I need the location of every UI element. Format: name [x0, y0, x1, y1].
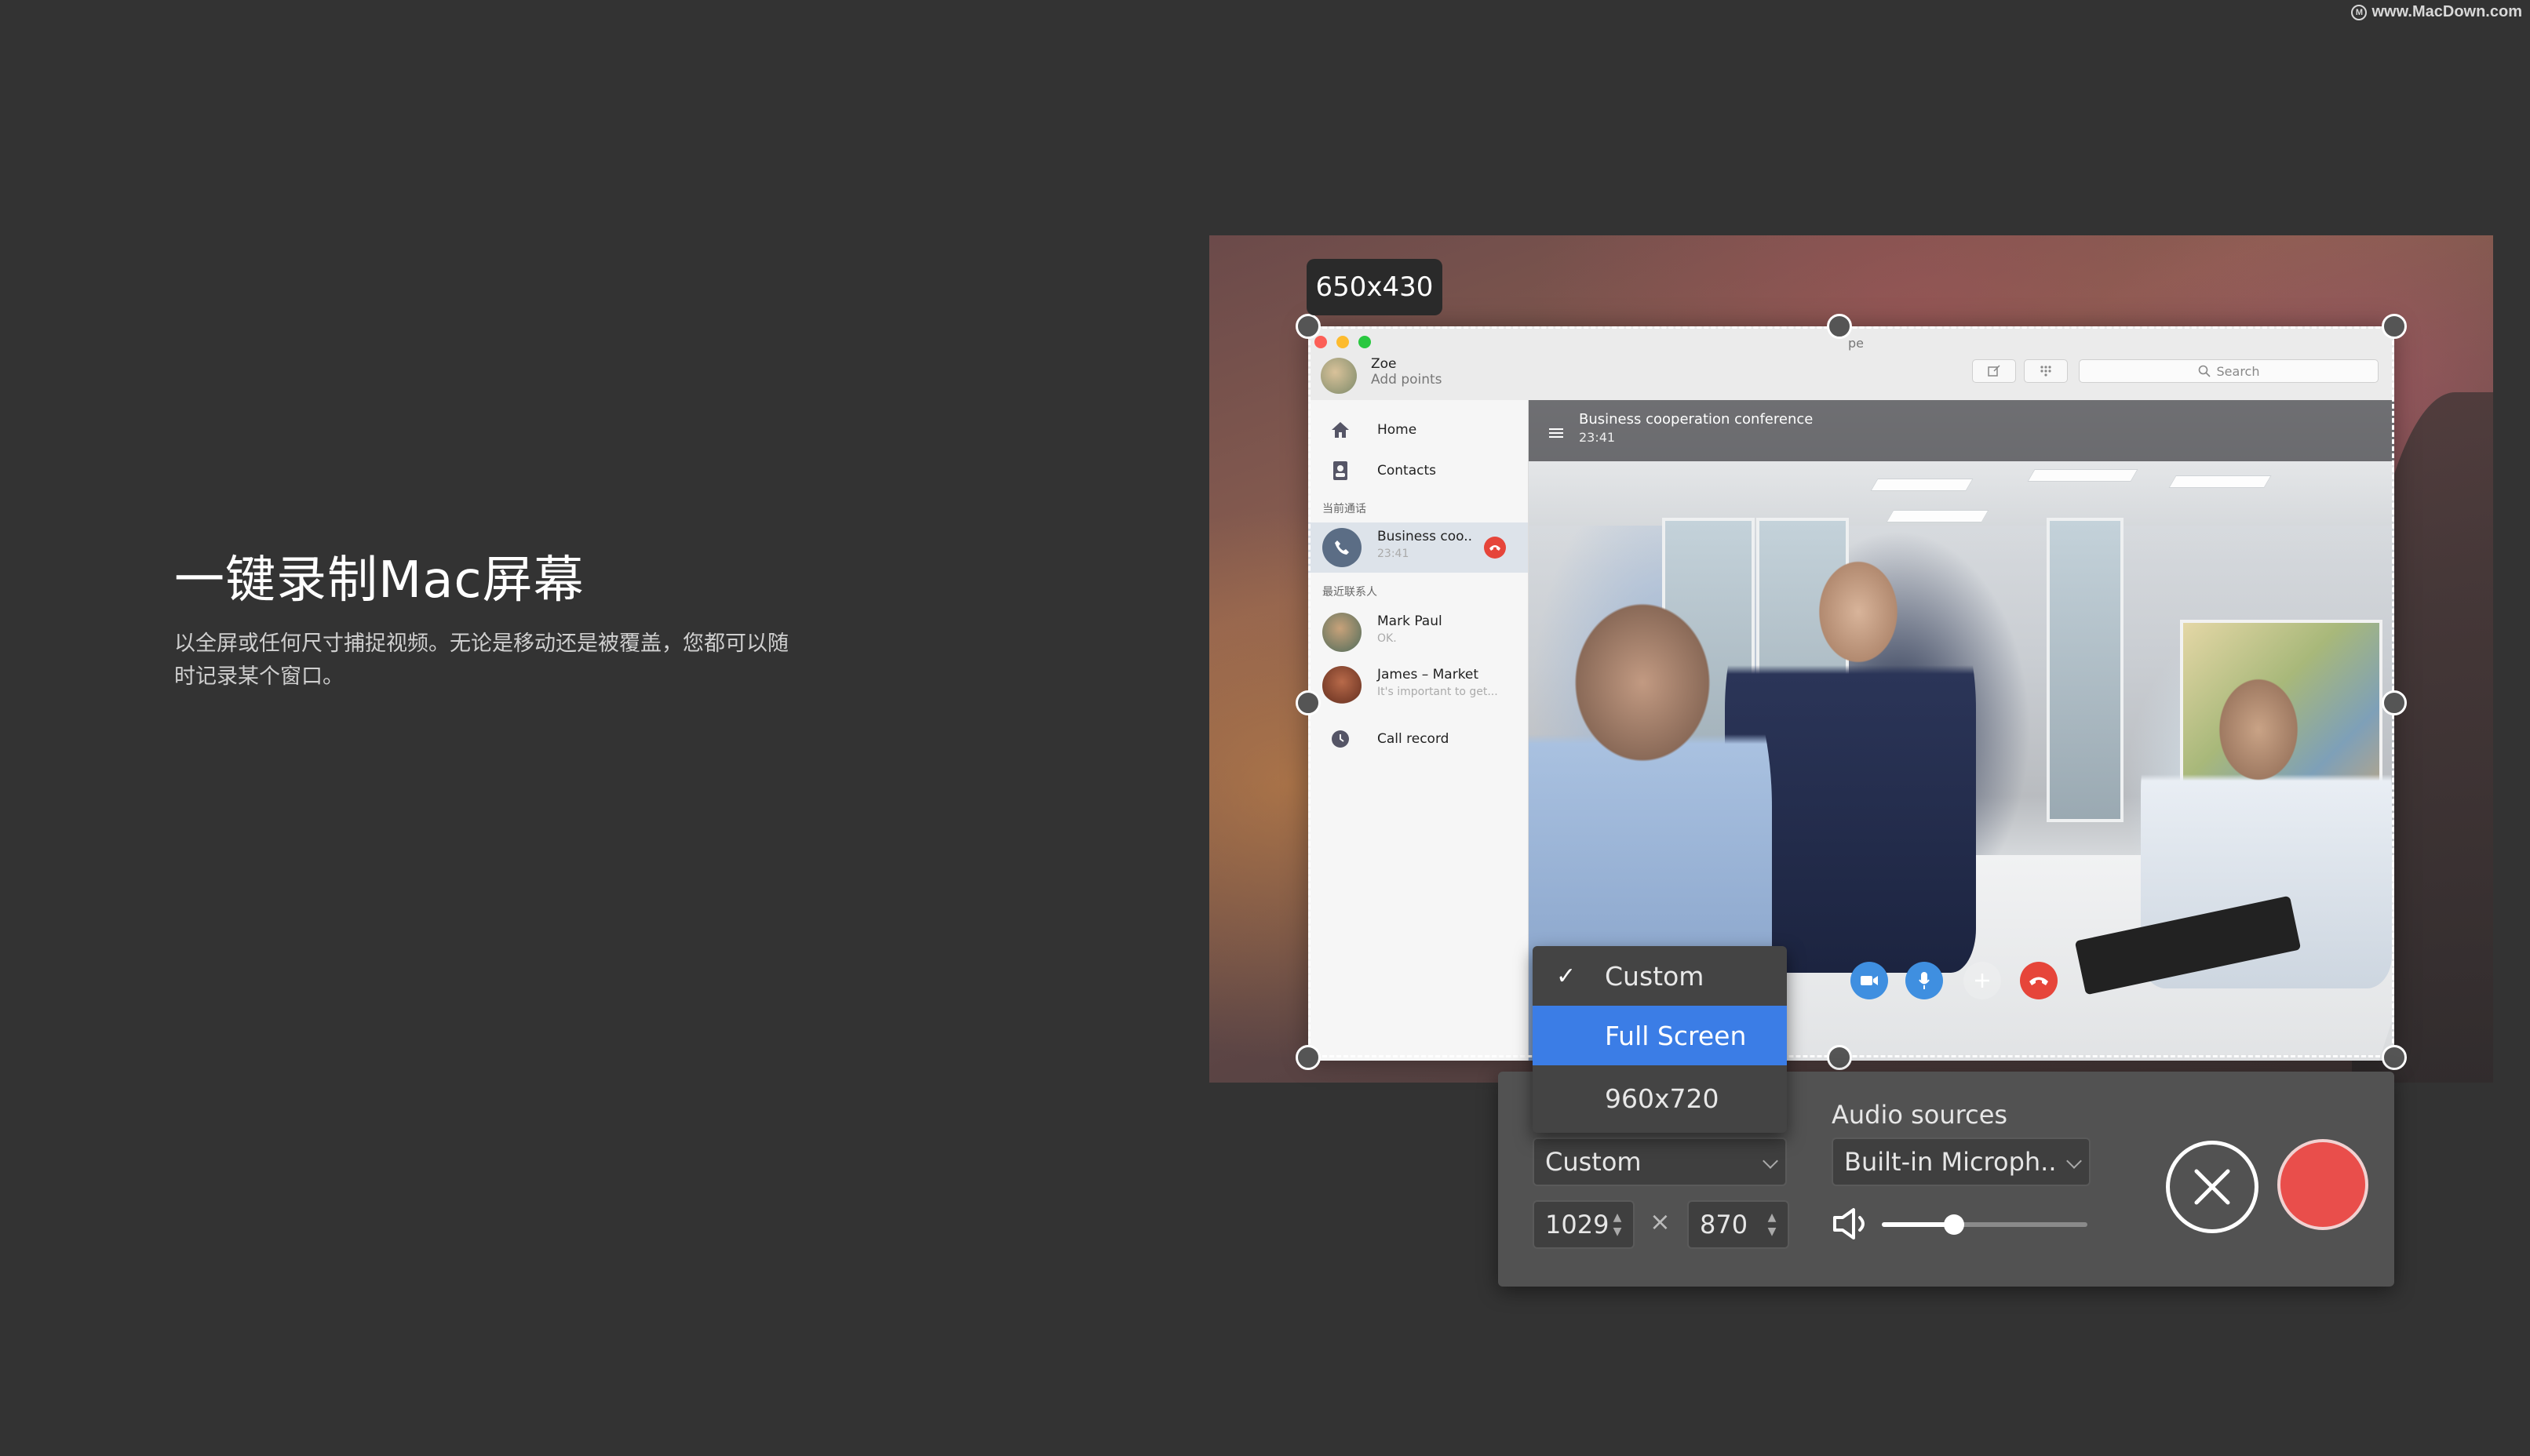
audio-sources-label: Audio sources: [1832, 1100, 2008, 1130]
dropdown-item-label: 960x720: [1605, 1083, 1719, 1114]
dimension-separator: ×: [1650, 1207, 1671, 1236]
dropdown-item-full-screen[interactable]: Full Screen: [1533, 1006, 1787, 1065]
capture-size-select[interactable]: Custom: [1533, 1138, 1787, 1186]
macdown-logo-icon: M: [2351, 4, 2368, 20]
resize-handle-top[interactable]: [1827, 314, 1852, 339]
resize-handle-bottom-left[interactable]: [1296, 1045, 1321, 1070]
watermark-text: www.MacDown.com: [2371, 3, 2522, 20]
height-value: 870: [1700, 1210, 1748, 1239]
volume-slider-fill: [1882, 1222, 1954, 1227]
capture-size-value: Custom: [1545, 1147, 1642, 1177]
resize-handle-bottom[interactable]: [1827, 1045, 1852, 1070]
stepper-arrows-icon[interactable]: ▲ ▼: [1610, 1210, 1625, 1239]
volume-slider[interactable]: [1882, 1214, 2087, 1235]
watermark: M www.MacDown.com: [2351, 3, 2522, 21]
checkmark-icon: ✓: [1556, 962, 1577, 990]
record-button[interactable]: [2277, 1139, 2368, 1230]
dropdown-item-960x720[interactable]: 960x720: [1533, 1068, 1787, 1128]
resize-handle-bottom-right[interactable]: [2382, 1045, 2407, 1070]
chevron-down-icon: [1763, 1153, 1778, 1169]
close-icon: [2194, 1169, 2230, 1205]
audio-source-select[interactable]: Built-in Microph..: [1832, 1138, 2091, 1186]
hero-description: 以全屏或任何尺寸捕捉视频。无论是移动还是被覆盖，您都可以随时记录某个窗口。: [174, 632, 789, 689]
resize-handle-left[interactable]: [1296, 690, 1321, 715]
capture-size-dropdown: ✓ Custom Full Screen 960x720: [1533, 946, 1787, 1133]
selection-size-label: 650x430: [1307, 259, 1442, 315]
volume-slider-knob[interactable]: [1943, 1214, 1964, 1235]
width-value: 1029: [1545, 1210, 1610, 1239]
dropdown-item-label: Custom: [1605, 960, 1704, 992]
resize-handle-top-right[interactable]: [2382, 314, 2407, 339]
cancel-button[interactable]: [2166, 1141, 2258, 1233]
capture-selection[interactable]: [1308, 326, 2394, 1057]
hero-title: 一键录制Mac屏幕: [174, 551, 585, 610]
dropdown-item-label: Full Screen: [1605, 1020, 1747, 1051]
audio-source-value: Built-in Microph..: [1844, 1147, 2057, 1177]
resize-handle-right[interactable]: [2382, 690, 2407, 715]
height-stepper[interactable]: 870 ▲ ▼: [1687, 1200, 1789, 1249]
width-stepper[interactable]: 1029 ▲ ▼: [1533, 1200, 1635, 1249]
chevron-down-icon: [2066, 1153, 2082, 1169]
speaker-icon[interactable]: [1832, 1207, 1879, 1241]
stepper-arrows-icon[interactable]: ▲ ▼: [1764, 1210, 1780, 1239]
dropdown-item-custom[interactable]: ✓ Custom: [1533, 946, 1787, 1006]
resize-handle-top-left[interactable]: [1296, 314, 1321, 339]
